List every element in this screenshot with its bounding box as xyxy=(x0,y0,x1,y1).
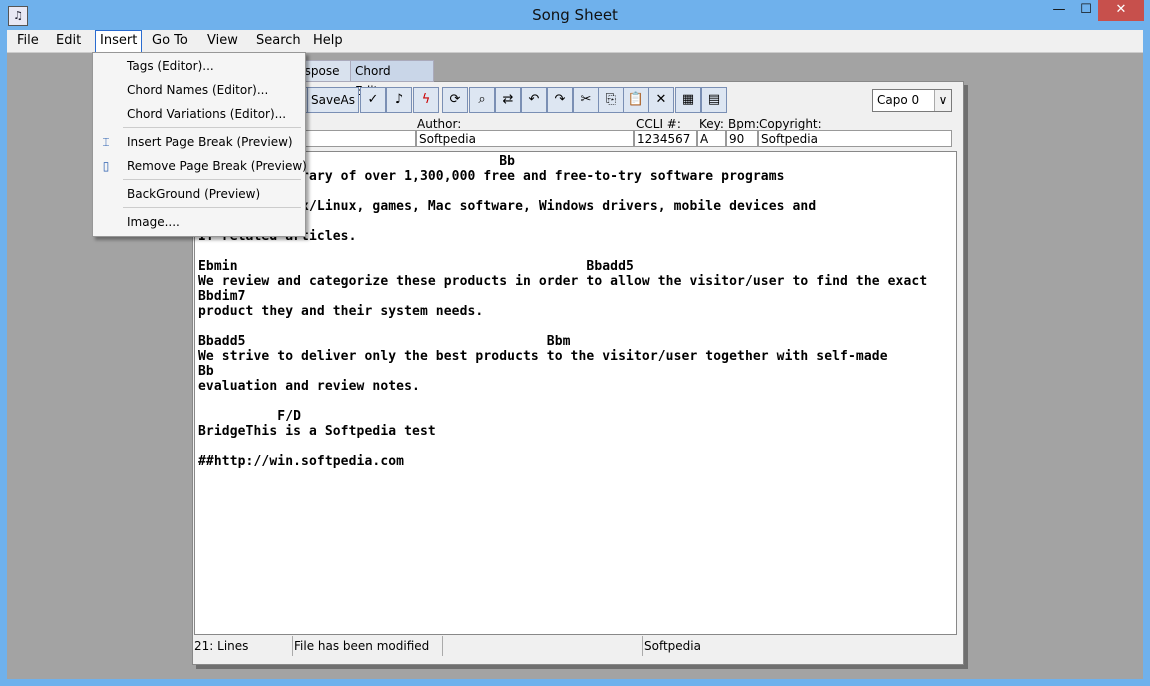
saveas-button[interactable]: SaveAs xyxy=(307,87,359,113)
capo-select[interactable]: Capo 0 ∨ xyxy=(872,89,952,112)
status-empty xyxy=(442,636,643,656)
editor-line: We review and categorize these products … xyxy=(198,274,928,289)
author-field[interactable]: Softpedia xyxy=(416,130,634,147)
menu-item-chord-names-editor[interactable]: Chord Names (Editor)... xyxy=(127,83,268,97)
window-title: Song Sheet xyxy=(532,6,618,24)
key-label: Key: xyxy=(699,117,724,131)
copy-icon[interactable]: ⎘ xyxy=(598,87,624,113)
tab-chord-editor[interactable]: Chord Editor xyxy=(350,60,434,98)
replace-icon[interactable]: ⇄ xyxy=(495,87,521,113)
song-editor[interactable]: Bb a library of over 1,300,000 free and … xyxy=(194,151,957,635)
editor-line: Bb xyxy=(198,364,214,379)
bpm-label: Bpm: xyxy=(728,117,760,131)
menu-view[interactable]: View xyxy=(207,33,238,48)
menu-item-image[interactable]: Image.... xyxy=(127,215,180,229)
menu-go-to[interactable]: Go To xyxy=(152,33,188,48)
ccli-field[interactable]: 1234567 xyxy=(634,130,697,147)
menu-item-chord-variations-editor[interactable]: Chord Variations (Editor)... xyxy=(127,107,286,121)
editor-line: F/D xyxy=(198,409,302,424)
editor-line: Bbdim7 xyxy=(198,289,246,304)
menu-separator xyxy=(123,127,301,128)
key-field[interactable]: A xyxy=(697,130,726,147)
maximize-button[interactable]: ☐ xyxy=(1074,0,1098,21)
cut-icon[interactable]: ✂ xyxy=(573,87,599,113)
delete-icon[interactable]: ✕ xyxy=(648,87,674,113)
menu-file[interactable]: File xyxy=(17,33,39,48)
paste-icon[interactable]: 📋 xyxy=(623,87,649,113)
status-lines: 21: Lines xyxy=(192,636,293,656)
menu-item-insert-page-break[interactable]: Insert Page Break (Preview) xyxy=(127,135,293,149)
title-bar: ♫ Song Sheet — ☐ ✕ xyxy=(0,0,1150,30)
menu-item-background-preview[interactable]: BackGround (Preview) xyxy=(127,187,260,201)
editor-line: BridgeThis is a Softpedia test xyxy=(198,424,436,439)
undo-icon[interactable]: ↶ xyxy=(521,87,547,113)
menu-bar: File Edit Insert Go To View Search Help xyxy=(7,30,1143,53)
menu-edit[interactable]: Edit xyxy=(56,33,81,48)
chord-chart-icon[interactable]: ♪ xyxy=(386,87,412,113)
editor-line: We strive to deliver only the best produ… xyxy=(198,349,888,364)
close-button[interactable]: ✕ xyxy=(1098,0,1144,21)
grid-icon[interactable]: ▦ xyxy=(675,87,701,113)
menu-item-tags-editor[interactable]: Tags (Editor)... xyxy=(127,59,214,73)
page-icon: ▯ xyxy=(102,159,110,173)
editor-line: Ebmin Bbadd5 xyxy=(198,259,634,274)
refresh-icon[interactable]: ⟳ xyxy=(442,87,468,113)
bpm-field[interactable]: 90 xyxy=(726,130,758,147)
editor-line: product they and their system needs. xyxy=(198,304,484,319)
ccli-label: CCLI #: xyxy=(636,117,681,131)
editor-line: evaluation and review notes. xyxy=(198,379,420,394)
page-break-icon: ⌶ xyxy=(102,135,110,149)
menu-help[interactable]: Help xyxy=(313,33,343,48)
status-modified: File has been modified xyxy=(292,636,443,656)
menu-separator xyxy=(123,179,301,180)
menu-separator xyxy=(123,207,301,208)
chevron-down-icon[interactable]: ∨ xyxy=(934,90,951,111)
title-field[interactable] xyxy=(304,130,416,147)
copyright-label: Copyright: xyxy=(759,117,822,131)
spellcheck-icon[interactable]: ✓ xyxy=(360,87,386,113)
insert-dropdown-menu: Tags (Editor)... Chord Names (Editor)...… xyxy=(92,52,307,237)
find-icon[interactable]: ⌕ xyxy=(469,87,495,113)
author-label: Author: xyxy=(417,117,462,131)
menu-insert[interactable]: Insert xyxy=(95,30,143,53)
redo-icon[interactable]: ↷ xyxy=(547,87,573,113)
app-window: ♫ Song Sheet — ☐ ✕ File Edit Insert Go T… xyxy=(0,0,1150,686)
editor-line: ##http://win.softpedia.com xyxy=(198,454,405,469)
book-icon[interactable]: ▤ xyxy=(701,87,727,113)
editor-line: Bbadd5 Bbm xyxy=(198,334,571,349)
copyright-field[interactable]: Softpedia xyxy=(758,130,952,147)
minimize-button[interactable]: — xyxy=(1044,0,1074,21)
status-author: Softpedia xyxy=(644,639,701,653)
lightning-icon[interactable]: ϟ xyxy=(413,87,439,113)
menu-item-remove-page-break[interactable]: Remove Page Break (Preview) xyxy=(127,159,307,173)
menu-search[interactable]: Search xyxy=(256,33,301,48)
capo-value: Capo 0 xyxy=(877,93,920,107)
